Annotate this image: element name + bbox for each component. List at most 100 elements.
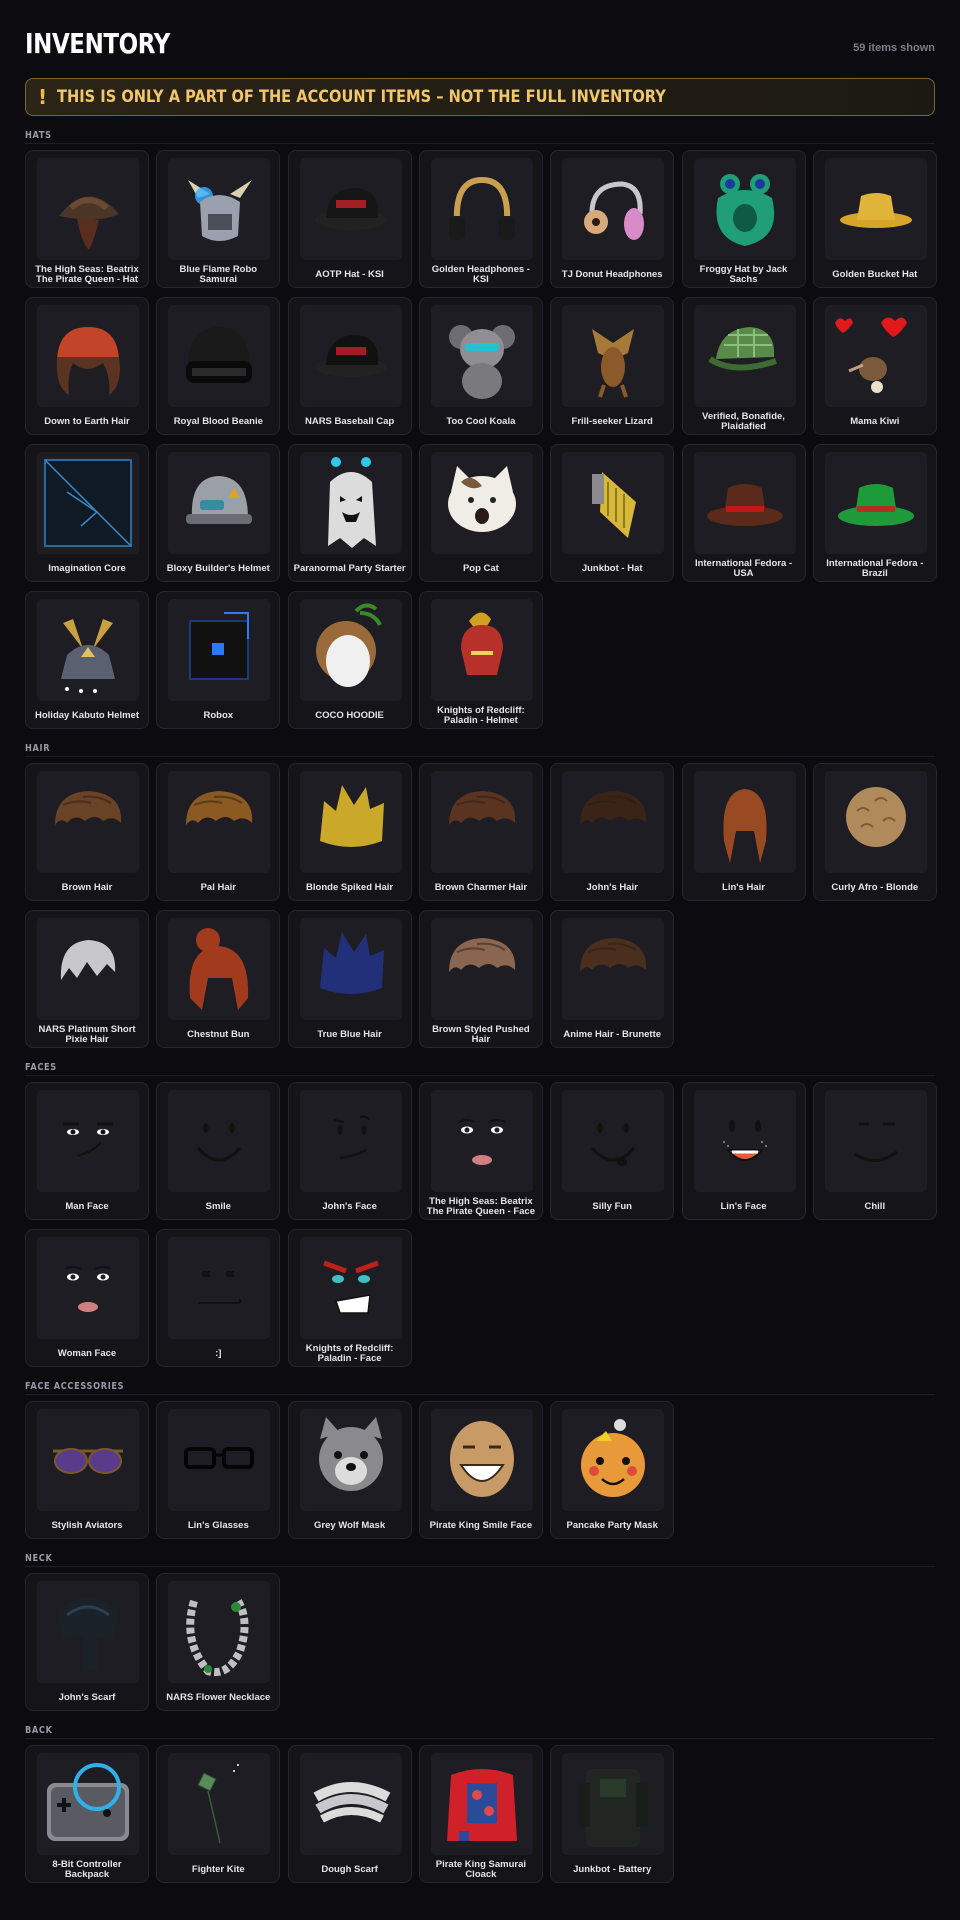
item-card[interactable]: Lin's Face xyxy=(681,1082,806,1220)
item-name: Stylish Aviators xyxy=(51,1519,123,1531)
item-card[interactable]: Golden Bucket Hat xyxy=(812,150,937,288)
face-chill-icon xyxy=(824,1090,927,1192)
paladin-helmet-icon xyxy=(430,599,533,701)
item-card[interactable]: Mama Kiwi xyxy=(812,297,937,435)
section-label-text: NECK xyxy=(25,1553,53,1564)
item-card[interactable]: NARS Flower Necklace xyxy=(156,1573,281,1711)
item-card[interactable]: John's Scarf xyxy=(25,1573,149,1711)
item-name: Pop Cat xyxy=(462,562,499,574)
item-card[interactable]: Fighter Kite xyxy=(156,1745,281,1883)
cat-icon xyxy=(430,452,533,554)
item-card[interactable]: Blue Flame Robo Samurai xyxy=(156,150,281,288)
item-card[interactable]: Stylish Aviators xyxy=(25,1401,149,1539)
item-name: Holiday Kabuto Helmet xyxy=(35,709,139,721)
smile-mask-icon xyxy=(430,1409,533,1511)
scarf-icon xyxy=(37,1581,139,1683)
item-name: Lin's Face xyxy=(720,1200,767,1212)
item-card[interactable]: Imagination Core xyxy=(25,444,149,582)
junkbot-hat-icon xyxy=(562,452,665,554)
item-card[interactable]: John's Hair xyxy=(550,763,675,901)
item-card[interactable]: John's Face xyxy=(287,1082,412,1220)
headphones-icon xyxy=(430,158,533,260)
section-label-face-accessories: FACE ACCESSORIES xyxy=(25,1381,935,1395)
item-card[interactable]: Pirate King Smile Face xyxy=(418,1401,543,1539)
item-card[interactable]: True Blue Hair xyxy=(287,910,412,1048)
item-card[interactable]: International Fedora - USA xyxy=(681,444,806,582)
item-card[interactable]: Pop Cat xyxy=(418,444,543,582)
item-card[interactable]: Knights of Redcliff: Paladin - Helmet xyxy=(418,591,543,729)
item-name: The High Seas: Beatrix The Pirate Queen … xyxy=(35,263,139,285)
item-name: Verified, Bonafide, Plaidafied xyxy=(702,410,785,432)
item-name: True Blue Hair xyxy=(317,1028,382,1040)
item-card[interactable]: Man Face xyxy=(25,1082,149,1220)
item-card[interactable]: 8-Bit Controller Backpack xyxy=(25,1745,149,1883)
battery-icon xyxy=(562,1753,665,1855)
item-card[interactable]: Verified, Bonafide, Plaidafied xyxy=(681,297,806,435)
item-name: Knights of Redcliff: Paladin - Face xyxy=(305,1342,394,1364)
bun-hair-icon xyxy=(168,918,271,1020)
item-card[interactable]: Pirate King Samurai Cloack xyxy=(418,1745,543,1883)
item-card[interactable]: International Fedora - Brazil xyxy=(812,444,937,582)
item-card[interactable]: Brown Styled Pushed Hair xyxy=(418,910,543,1048)
face-freckles-icon xyxy=(693,1090,796,1192)
item-card[interactable]: Curly Afro - Blonde xyxy=(812,763,937,901)
item-card[interactable]: Anime Hair - Brunette xyxy=(550,910,675,1048)
item-card[interactable]: Pancake Party Mask xyxy=(550,1401,675,1539)
item-name: Brown Hair xyxy=(61,881,113,893)
item-card[interactable]: The High Seas: Beatrix The Pirate Queen … xyxy=(418,1082,543,1220)
item-card[interactable]: Silly Fun xyxy=(550,1082,675,1220)
item-card[interactable]: Too Cool Koala xyxy=(418,297,543,435)
hair-icon xyxy=(562,918,665,1020)
fedora-icon xyxy=(824,452,927,554)
hair-icon xyxy=(168,771,271,873)
item-card[interactable]: COCO HOODIE xyxy=(287,591,412,729)
item-name: Brown Styled Pushed Hair xyxy=(432,1023,530,1045)
koala-icon xyxy=(430,305,533,407)
aviators-icon xyxy=(37,1409,139,1511)
item-card[interactable]: Knights of Redcliff: Paladin - Face xyxy=(287,1229,412,1367)
items-count: 59 items shown xyxy=(853,42,935,54)
item-card[interactable]: Bloxy Builder's Helmet xyxy=(156,444,281,582)
item-name: Curly Afro - Blonde xyxy=(831,881,919,893)
cap-icon xyxy=(299,158,402,260)
item-card[interactable]: Chill xyxy=(812,1082,937,1220)
item-card[interactable]: Smile xyxy=(156,1082,281,1220)
item-name: Royal Blood Beanie xyxy=(173,415,263,427)
item-card[interactable]: Grey Wolf Mask xyxy=(287,1401,412,1539)
item-card[interactable]: Paranormal Party Starter xyxy=(287,444,412,582)
item-name: Paranormal Party Starter xyxy=(293,562,406,574)
item-card[interactable]: Lin's Hair xyxy=(681,763,806,901)
item-name: Silly Fun xyxy=(592,1200,632,1212)
item-name: Frill-seeker Lizard xyxy=(571,415,653,427)
item-card[interactable]: Lin's Glasses xyxy=(156,1401,281,1539)
item-card[interactable]: Royal Blood Beanie xyxy=(156,297,281,435)
item-card[interactable]: Frill-seeker Lizard xyxy=(550,297,675,435)
item-card[interactable]: Golden Headphones - KSI xyxy=(418,150,543,288)
hair-icon xyxy=(430,918,533,1020)
item-name: Anime Hair - Brunette xyxy=(563,1028,662,1040)
item-card[interactable]: Holiday Kabuto Helmet xyxy=(25,591,149,729)
item-card[interactable]: Brown Charmer Hair xyxy=(418,763,543,901)
item-card[interactable]: TJ Donut Headphones xyxy=(550,150,675,288)
item-card[interactable]: :] xyxy=(156,1229,281,1367)
item-card[interactable]: Junkbot - Hat xyxy=(550,444,675,582)
item-card[interactable]: Froggy Hat by Jack Sachs xyxy=(681,150,806,288)
item-card[interactable]: Chestnut Bun xyxy=(156,910,281,1048)
item-card[interactable]: Robox xyxy=(156,591,281,729)
section-label-faces: FACES xyxy=(25,1062,935,1076)
item-card[interactable]: Down to Earth Hair xyxy=(25,297,149,435)
item-card[interactable]: Pal Hair xyxy=(156,763,281,901)
item-card[interactable]: Blonde Spiked Hair xyxy=(287,763,412,901)
item-card[interactable]: NARS Platinum Short Pixie Hair xyxy=(25,910,149,1048)
item-card[interactable]: AOTP Hat - KSI xyxy=(287,150,412,288)
item-card[interactable]: The High Seas: Beatrix The Pirate Queen … xyxy=(25,150,149,288)
plaid-cap-icon xyxy=(693,305,796,407)
hair-icon xyxy=(430,771,533,873)
bucket-hat-icon xyxy=(824,158,927,260)
item-card[interactable]: Dough Scarf xyxy=(287,1745,412,1883)
item-card[interactable]: Woman Face xyxy=(25,1229,149,1367)
item-card[interactable]: NARS Baseball Cap xyxy=(287,297,412,435)
item-card[interactable]: Junkbot - Battery xyxy=(550,1745,675,1883)
item-card[interactable]: Brown Hair xyxy=(25,763,149,901)
kite-icon xyxy=(168,1753,271,1855)
